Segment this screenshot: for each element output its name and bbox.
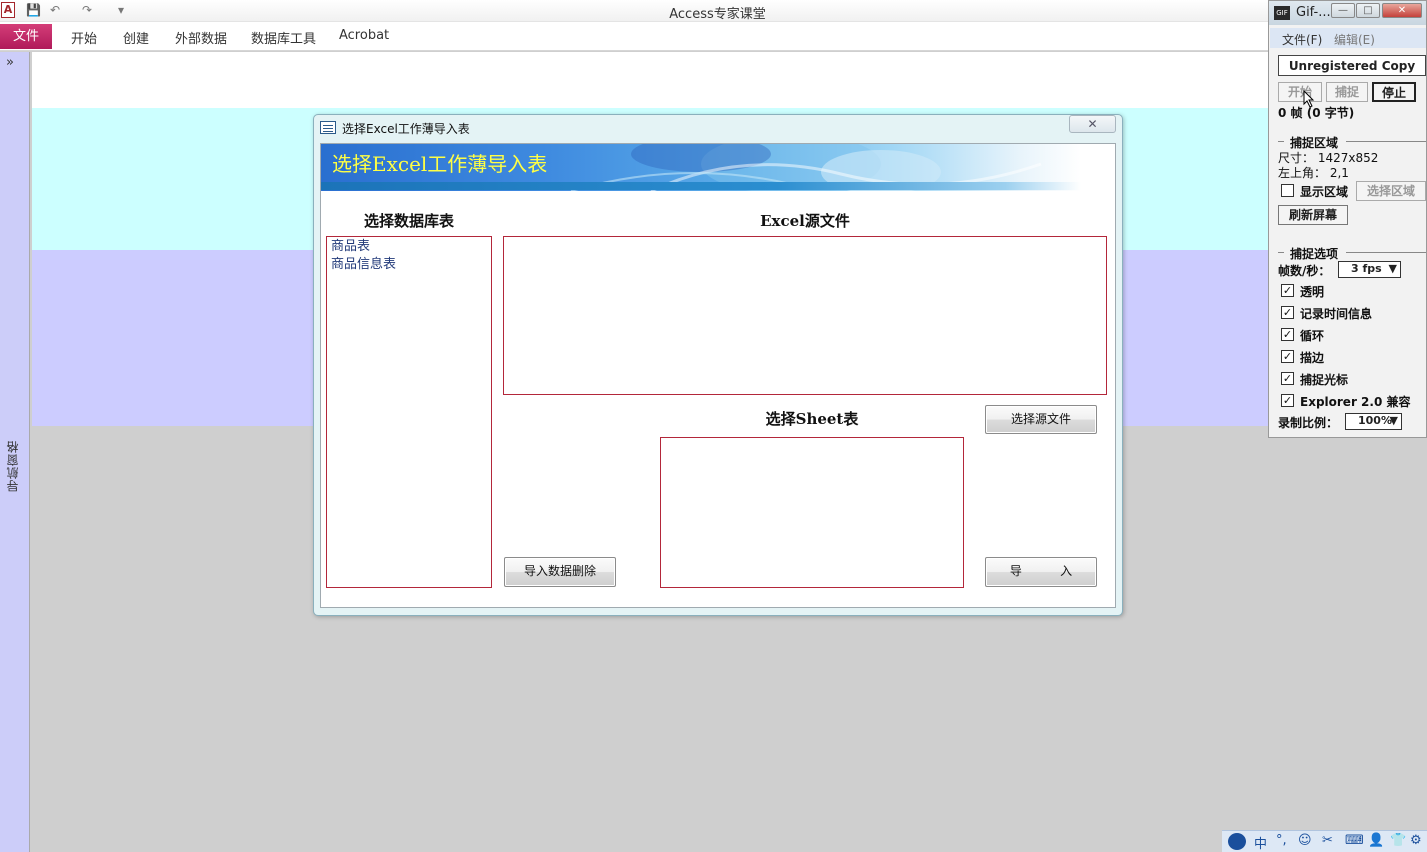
db-tables-header: 选择数据库表 [363,212,454,230]
divider [1346,252,1426,253]
scale-value: 100% [1358,414,1392,427]
minimize-icon[interactable]: — [1331,3,1355,18]
gif-menu-file[interactable]: 文件(F) [1282,31,1322,48]
delete-imported-data-button[interactable]: 导入数据删除 [504,557,616,587]
window-title: Access专家课堂 [669,7,766,22]
option-label: Explorer 2.0 兼容 [1300,395,1411,409]
skin-icon[interactable]: 👕 [1390,833,1406,848]
divider [1278,252,1284,253]
fps-value: 3 fps [1351,262,1382,275]
fps-select[interactable]: 3 fps ▼ [1338,261,1401,278]
user-icon[interactable]: 👤 [1368,833,1384,848]
option-label: 描边 [1300,351,1325,365]
gif-menu-edit[interactable]: 编辑(E) [1334,31,1375,48]
close-icon[interactable]: ✕ [1382,3,1422,18]
option-label: 记录时间信息 [1300,307,1373,321]
tab-create[interactable]: 创建 [123,28,149,47]
chevron-down-icon: ▼ [1388,262,1397,275]
divider [1278,141,1284,142]
nav-pane-toggle-icon[interactable]: » [6,55,22,73]
option-label: 捕捉光标 [1300,373,1349,387]
tab-external-data[interactable]: 外部数据 [175,28,227,47]
outline-checkbox[interactable]: ✓ [1281,350,1294,363]
choose-source-file-button[interactable]: 选择源文件 [985,405,1097,434]
show-area-label: 显示区域 [1300,185,1349,199]
capture-options-heading: 捕捉选项 [1290,247,1339,261]
sheet-list[interactable] [660,437,964,588]
settings-icon[interactable]: ⚙ [1410,833,1422,848]
db-tables-list[interactable]: 商品表 商品信息表 [326,236,492,588]
chevron-down-icon: ▼ [1389,414,1398,427]
sheet-header: 选择Sheet表 [765,410,859,428]
tab-database-tools[interactable]: 数据库工具 [251,28,316,47]
loop-checkbox[interactable]: ✓ [1281,328,1294,341]
scissors-icon[interactable]: ✂ [1322,833,1333,848]
form-header-band [32,52,1272,108]
dialog-close-button[interactable]: ✕ [1069,115,1116,133]
gif-start-button[interactable]: 开始 [1278,82,1322,102]
unregistered-label: Unregistered Copy [1278,55,1426,76]
frame-count: 0 帧 (0 字节) [1278,106,1355,120]
show-area-checkbox[interactable] [1281,184,1294,197]
capture-cursor-checkbox[interactable]: ✓ [1281,372,1294,385]
chinese-mode-icon[interactable]: 中 [1254,833,1267,852]
option-label: 透明 [1300,285,1325,299]
gif-capture-button[interactable]: 捕捉 [1326,82,1368,102]
banner-title: 选择Excel工作薄导入表 [332,152,548,176]
input-method-icon[interactable] [1228,833,1246,850]
gif-stop-button[interactable]: 停止 [1372,82,1416,102]
form-icon [320,121,336,134]
tab-acrobat[interactable]: Acrobat [339,28,389,43]
gif-app-icon: GIF [1274,6,1290,20]
explorer-compat-checkbox[interactable]: ✓ [1281,394,1294,407]
banner-stripe [321,182,1081,190]
excel-source-list[interactable] [503,236,1107,395]
scale-label: 录制比例： [1278,416,1339,430]
tab-home[interactable]: 开始 [71,28,97,47]
select-area-button[interactable]: 选择区域 [1356,181,1426,201]
import-button[interactable]: 导 入 [985,557,1097,587]
gif-window-title: Gif-... [1296,5,1331,20]
refresh-screen-button[interactable]: 刷新屏幕 [1278,205,1348,225]
option-label: 循环 [1300,329,1325,343]
capture-topleft: 左上角： 2,1 [1278,166,1349,180]
punctuation-icon[interactable]: °, [1276,833,1287,848]
list-item[interactable]: 商品表 [327,238,491,256]
nav-pane-label[interactable]: 导航窗格 [4,440,24,492]
maximize-icon[interactable]: □ [1356,3,1380,18]
fps-label: 帧数/秒： [1278,264,1331,278]
keyboard-icon[interactable]: ⌨ [1345,833,1364,848]
record-time-checkbox[interactable]: ✓ [1281,306,1294,319]
divider [1346,141,1426,142]
tab-file[interactable]: 文件 [0,24,52,49]
transparent-checkbox[interactable]: ✓ [1281,284,1294,297]
dialog-title: 选择Excel工作薄导入表 [342,122,470,136]
list-item[interactable]: 商品信息表 [327,256,491,274]
emoji-icon[interactable]: ☺ [1298,833,1312,848]
scale-select[interactable]: 100% ▼ [1345,413,1402,430]
excel-source-header: Excel源文件 [760,212,850,230]
